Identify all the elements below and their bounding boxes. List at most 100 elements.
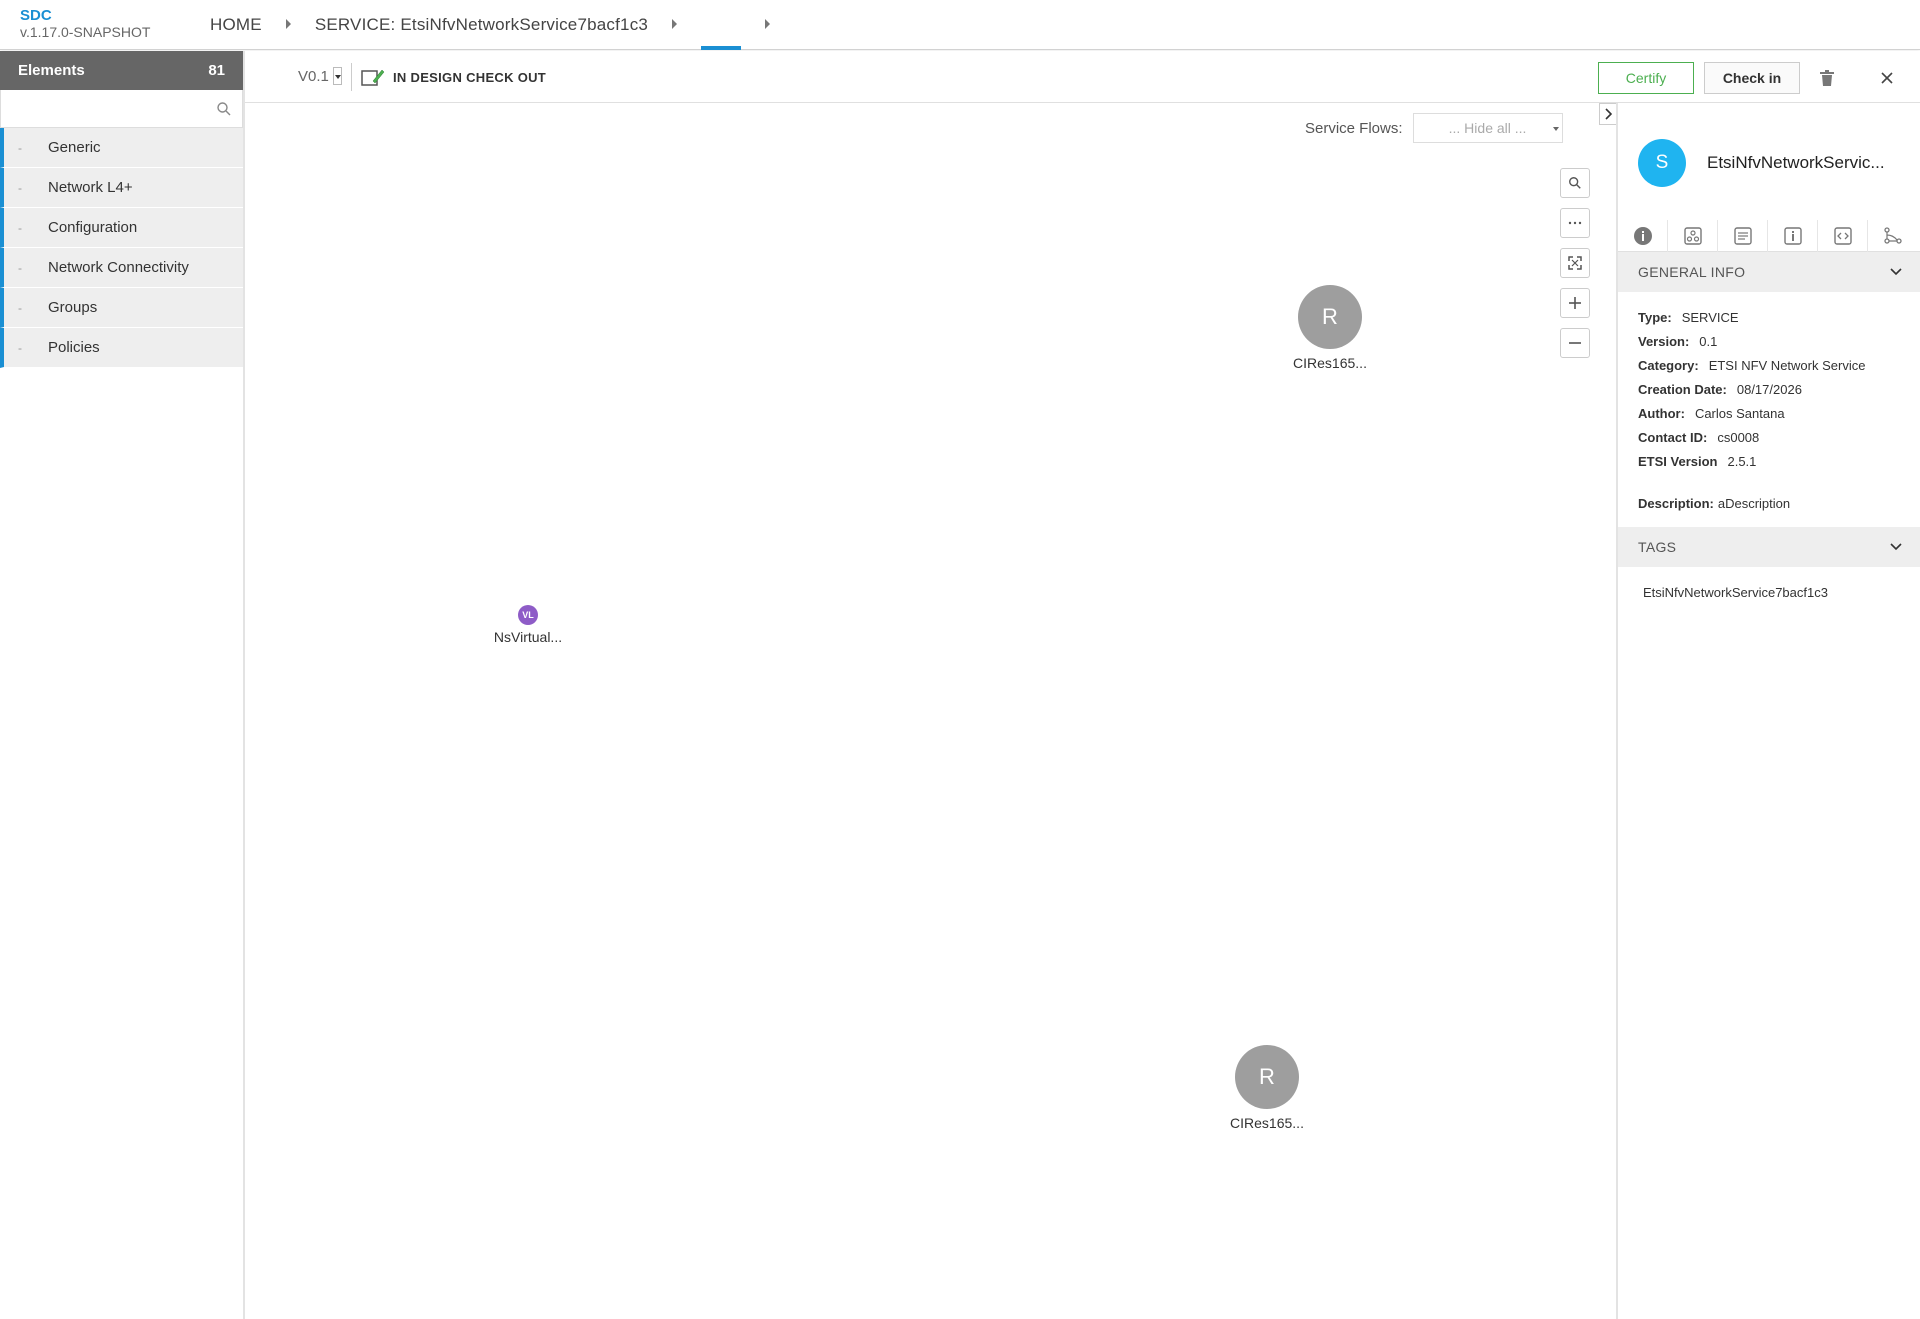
- sidebar-item-label: Policies: [48, 339, 100, 356]
- node-label: NsVirtual...: [493, 629, 563, 645]
- lifecycle-status: IN DESIGN CHECK OUT: [361, 67, 546, 87]
- canvas-node[interactable]: R CIRes165...: [1217, 1045, 1317, 1131]
- elements-search: [0, 90, 243, 128]
- canvas-node[interactable]: R CIRes165...: [1280, 285, 1380, 371]
- sidebar-item-label: Network L4+: [48, 179, 133, 196]
- service-avatar: S: [1638, 139, 1686, 187]
- node-icon[interactable]: R: [1298, 285, 1362, 349]
- sidebar-item-groups[interactable]: - Groups: [0, 288, 243, 328]
- expand-icon: [1568, 256, 1582, 270]
- close-icon: [1881, 72, 1893, 84]
- collapse-icon: -: [18, 340, 22, 355]
- app-logo[interactable]: SDC v.1.17.0-SNAPSHOT: [20, 8, 150, 41]
- general-info: Type: SERVICE Version: 0.1 Category: ETSI N…: [1618, 292, 1920, 484]
- tab-properties[interactable]: [1768, 219, 1818, 252]
- elements-sidebar: Elements 81 - Generic - Network L4+ - Confi…: [0, 51, 245, 1319]
- top-bar: SDC v.1.17.0-SNAPSHOT HOME SERVICE: Etsi…: [0, 0, 1920, 50]
- collapse-icon: -: [18, 220, 22, 235]
- info-key: Version:: [1638, 334, 1690, 349]
- sidebar-item-generic[interactable]: - Generic: [0, 128, 243, 168]
- info-row-creation-date: Creation Date: 08/17/2026: [1638, 378, 1900, 402]
- sidebar-item-label: Generic: [48, 139, 101, 156]
- canvas-search-button[interactable]: [1560, 168, 1590, 198]
- chevron-down-icon[interactable]: [1890, 268, 1902, 276]
- info-value: cs0008: [1717, 430, 1760, 445]
- tag-item: EtsiNfvNetworkService7bacf1c3: [1643, 585, 1828, 600]
- checkout-icon: [361, 69, 385, 86]
- breadcrumb: HOME SERVICE: EtsiNfvNetworkService7bacf…: [210, 0, 794, 50]
- details-tabs: [1618, 219, 1920, 252]
- tab-relations[interactable]: [1868, 220, 1918, 252]
- breadcrumb-current[interactable]: [701, 0, 742, 50]
- description-value: aDescription: [1717, 496, 1791, 511]
- zoom-out-button[interactable]: [1560, 328, 1590, 358]
- chevron-right-icon: [1605, 108, 1612, 120]
- general-info-section-header[interactable]: GENERAL INFO: [1618, 252, 1920, 292]
- code-icon: [1833, 226, 1852, 245]
- breadcrumb-home[interactable]: HOME: [210, 15, 262, 35]
- zoom-in-button[interactable]: [1560, 288, 1590, 318]
- info-value: 08/17/2026: [1736, 382, 1802, 397]
- close-button[interactable]: [1875, 66, 1899, 90]
- info-value: Carlos Santana: [1694, 406, 1785, 421]
- delete-button[interactable]: [1815, 66, 1839, 90]
- info-outline-icon: [1783, 226, 1802, 245]
- active-underline: [701, 46, 742, 50]
- node-icon[interactable]: R: [1235, 1045, 1299, 1109]
- collapse-icon: -: [18, 260, 22, 275]
- flow-icon: [1884, 226, 1902, 244]
- search-icon[interactable]: [216, 101, 232, 117]
- general-info-title: GENERAL INFO: [1638, 264, 1746, 280]
- divider: [351, 63, 352, 91]
- details-panel: S EtsiNfvNetworkServic... GENERAL INFO T…: [1616, 103, 1920, 1319]
- info-row-version: Version: 0.1: [1638, 330, 1900, 354]
- breadcrumb-arrow-icon[interactable]: [285, 19, 291, 29]
- info-row-author: Author: Carlos Santana: [1638, 402, 1900, 426]
- sidebar-item-network-l4[interactable]: - Network L4+: [0, 168, 243, 208]
- breadcrumb-arrow-icon[interactable]: [765, 19, 771, 29]
- details-title: EtsiNfvNetworkServic...: [1707, 153, 1885, 172]
- fit-to-screen-button[interactable]: [1560, 248, 1590, 278]
- info-value: ETSI NFV Network Service: [1708, 358, 1866, 373]
- vl-node-icon[interactable]: VL: [518, 605, 538, 625]
- more-icon: [1568, 221, 1582, 225]
- version-selector[interactable]: V0.1: [298, 67, 342, 85]
- sidebar-item-label: Groups: [48, 299, 98, 316]
- description: Description: aDescription: [1618, 484, 1920, 527]
- search-icon: [1569, 177, 1581, 189]
- info-row-type: Type: SERVICE: [1638, 306, 1900, 330]
- canvas-more-button[interactable]: [1560, 208, 1590, 238]
- breadcrumb-service[interactable]: SERVICE: EtsiNfvNetworkService7bacf1c3: [315, 15, 648, 35]
- document-icon: [1733, 226, 1752, 245]
- status-text: IN DESIGN CHECK OUT: [393, 69, 547, 85]
- chevron-down-icon[interactable]: [1890, 543, 1902, 551]
- chevron-down-icon[interactable]: [332, 67, 342, 85]
- description-key: Description:: [1638, 496, 1714, 511]
- tab-api[interactable]: [1818, 219, 1868, 252]
- breadcrumb-arrow-icon[interactable]: [672, 19, 678, 29]
- info-key: ETSI Version: [1638, 454, 1718, 469]
- info-value: 0.1: [1699, 334, 1718, 349]
- info-row-category: Category: ETSI NFV Network Service: [1638, 354, 1900, 378]
- collapse-icon: -: [18, 300, 22, 315]
- tab-general-info[interactable]: [1618, 219, 1668, 252]
- tags-section-header[interactable]: TAGS: [1618, 527, 1920, 567]
- tab-deployment-artifacts[interactable]: [1668, 219, 1718, 252]
- collapse-icon: -: [18, 140, 22, 155]
- info-key: Creation Date:: [1638, 382, 1727, 397]
- info-key: Author:: [1638, 406, 1685, 421]
- service-flows-select[interactable]: ... Hide all ...: [1412, 113, 1563, 143]
- info-value: 2.5.1: [1727, 454, 1757, 469]
- elements-search-input[interactable]: [1, 90, 242, 127]
- composition-canvas[interactable]: Service Flows: ... Hide all ... R CIRes1…: [247, 103, 1614, 1319]
- sidebar-item-label: Network Connectivity: [48, 259, 189, 276]
- checkin-button[interactable]: Check in: [1704, 62, 1800, 94]
- canvas-node-vl[interactable]: VL NsVirtual...: [478, 605, 578, 645]
- certify-button[interactable]: Certify: [1598, 62, 1694, 94]
- components-icon: [1683, 226, 1702, 245]
- sidebar-item-configuration[interactable]: - Configuration: [0, 208, 243, 248]
- sidebar-item-network-connectivity[interactable]: - Network Connectivity: [0, 248, 243, 288]
- collapse-panel-button[interactable]: [1599, 103, 1617, 125]
- tab-information-artifacts[interactable]: [1718, 219, 1768, 252]
- sidebar-item-policies[interactable]: - Policies: [0, 328, 243, 368]
